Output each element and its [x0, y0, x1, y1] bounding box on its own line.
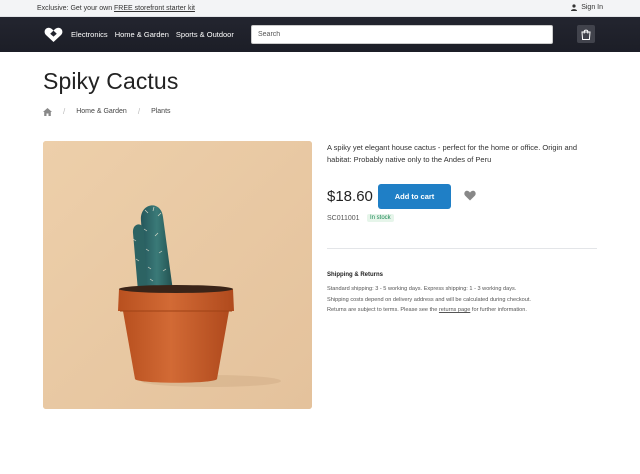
nav-link-home-garden[interactable]: Home & Garden	[115, 30, 169, 39]
shipping-line-3: Returns are subject to terms. Please see…	[327, 305, 599, 316]
shipping-line-1: Standard shipping: 3 - 5 working days. E…	[327, 286, 517, 292]
logo-heart-icon[interactable]	[44, 27, 63, 43]
signin-link[interactable]: Sign In	[571, 4, 603, 11]
user-icon	[571, 4, 578, 11]
search-input[interactable]	[251, 25, 553, 44]
breadcrumb: / Home & Garden / Plants	[43, 107, 171, 116]
returns-page-link[interactable]: returns page	[439, 307, 470, 313]
product-sku: SC011001	[327, 215, 360, 222]
wishlist-heart-icon[interactable]	[464, 190, 476, 201]
breadcrumb-plants[interactable]: Plants	[151, 108, 170, 115]
returns-prefix: Returns are subject to terms. Please see…	[327, 307, 439, 313]
promo-text: Exclusive: Get your own FREE storefront …	[37, 5, 195, 12]
product-price: $18.60	[327, 188, 373, 205]
product-image	[43, 141, 312, 409]
nav-link-sports-outdoor[interactable]: Sports & Outdoor	[176, 30, 234, 39]
announcement-bar: Exclusive: Get your own FREE storefront …	[0, 0, 640, 17]
product-description: A spiky yet elegant house cactus - perfe…	[327, 143, 577, 164]
divider	[327, 248, 597, 249]
cactus-illustration	[43, 141, 312, 409]
home-icon[interactable]	[43, 107, 52, 116]
add-to-cart-button[interactable]: Add to cart	[378, 184, 451, 209]
cart-icon	[581, 29, 591, 40]
stock-badge: In stock	[367, 214, 394, 222]
promo-link[interactable]: FREE storefront starter kit	[114, 5, 195, 12]
shipping-title: Shipping & Returns	[327, 272, 383, 278]
breadcrumb-separator: /	[137, 107, 141, 116]
returns-suffix: for further information.	[470, 307, 527, 313]
shipping-info: Standard shipping: 3 - 5 working days. E…	[327, 284, 599, 316]
product-title: Spiky Cactus	[43, 68, 179, 94]
shipping-line-2: Shipping costs depend on delivery addres…	[327, 296, 531, 303]
category-nav: Electronics Home & Garden Sports & Outdo…	[71, 30, 241, 39]
nav-link-electronics[interactable]: Electronics	[71, 30, 108, 39]
cart-button[interactable]	[577, 25, 595, 43]
signin-label: Sign In	[581, 4, 603, 11]
promo-prefix: Exclusive: Get your own	[37, 5, 115, 12]
breadcrumb-home-garden[interactable]: Home & Garden	[76, 108, 127, 115]
breadcrumb-separator: /	[63, 107, 66, 116]
